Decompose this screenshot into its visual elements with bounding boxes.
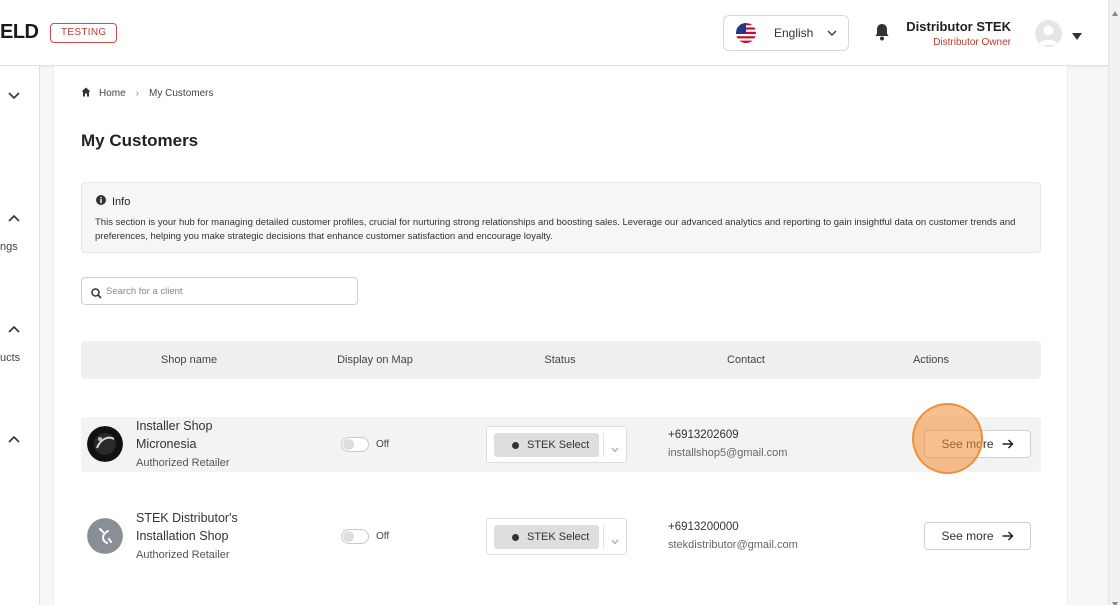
chevron-down-icon xyxy=(611,532,619,550)
contact-phone: +6913202609 xyxy=(668,429,739,441)
table-header: Shop name Display on Map Status Contact … xyxy=(81,341,1041,379)
sidebar-section-chevron-up-icon[interactable] xyxy=(8,431,20,449)
sidebar-item-settings[interactable]: ngs xyxy=(0,241,18,253)
contact-phone: +6913200000 xyxy=(668,521,739,533)
column-header-status: Status xyxy=(544,354,576,366)
arrow-right-icon xyxy=(1002,531,1014,541)
info-description: This section is your hub for managing de… xyxy=(95,217,1016,242)
info-icon xyxy=(96,195,106,208)
status-select[interactable]: STEK Select xyxy=(486,518,627,555)
us-flag-icon xyxy=(736,23,756,43)
column-header-actions: Actions xyxy=(912,354,950,366)
toggle-label: Off xyxy=(376,531,390,542)
main-content: Home › My Customers My Customers Info Th… xyxy=(53,66,1068,605)
shop-name[interactable]: Installer Shop Micronesia xyxy=(136,418,266,453)
shop-logo-icon xyxy=(87,518,123,554)
contact-email: installshop5@gmail.com xyxy=(668,447,788,459)
column-header-shop-name: Shop name xyxy=(160,354,218,366)
chevron-down-icon xyxy=(826,26,838,44)
sidebar-section-chevron-up-icon[interactable] xyxy=(8,210,20,228)
scroll-down-arrow-icon[interactable] xyxy=(1112,594,1118,605)
shop-logo-icon xyxy=(87,426,123,462)
column-header-contact: Contact xyxy=(727,354,765,366)
page-title: My Customers xyxy=(81,131,199,150)
table-row: STEK Distributor's Installation Shop Aut… xyxy=(81,509,1041,564)
contact-email: stekdistributor@gmail.com xyxy=(668,539,798,551)
language-selector[interactable]: English xyxy=(723,15,849,51)
shop-type: Authorized Retailer xyxy=(136,457,230,469)
see-more-button[interactable]: See more xyxy=(924,522,1031,550)
see-more-label: See more xyxy=(941,437,994,451)
notifications-bell-icon[interactable] xyxy=(874,23,890,46)
status-chip: STEK Select xyxy=(494,433,599,457)
see-more-button[interactable]: See more xyxy=(924,430,1031,458)
page-scrollbar[interactable] xyxy=(1108,0,1120,605)
search-input[interactable] xyxy=(106,282,346,300)
breadcrumb-home-link[interactable]: Home xyxy=(99,88,126,99)
language-label: English xyxy=(774,26,814,40)
breadcrumb: Home › My Customers xyxy=(81,87,213,100)
top-header: ELD TESTING English Distributor STEK Dis… xyxy=(0,0,1108,66)
app-logo[interactable]: ELD xyxy=(0,21,39,44)
shop-type: Authorized Retailer xyxy=(136,549,230,561)
table-row: Installer Shop Micronesia Authorized Ret… xyxy=(81,417,1041,472)
client-search[interactable] xyxy=(81,277,358,305)
see-more-label: See more xyxy=(941,529,994,543)
user-role: Distributor Owner xyxy=(933,37,1011,48)
shop-name[interactable]: STEK Distributor's Installation Shop xyxy=(136,510,266,545)
shop-name-line-1: STEK Distributor's xyxy=(136,511,238,525)
shop-name-line-1: Installer Shop xyxy=(136,419,213,433)
shop-name-line-2: Installation Shop xyxy=(136,528,229,543)
sidebar: ngs ucts xyxy=(0,66,40,605)
column-header-display-on-map: Display on Map xyxy=(337,354,413,366)
status-chip: STEK Select xyxy=(494,525,599,549)
sidebar-section-chevron-up-icon[interactable] xyxy=(8,321,20,339)
shop-name-line-2: Micronesia xyxy=(136,436,197,451)
chevron-down-icon xyxy=(611,440,619,458)
home-icon[interactable] xyxy=(81,87,91,100)
display-on-map-toggle[interactable] xyxy=(341,529,369,544)
status-select[interactable]: STEK Select xyxy=(486,426,627,463)
status-label: STEK Select xyxy=(527,531,590,543)
sidebar-collapse-chevron-icon[interactable] xyxy=(8,88,20,106)
scroll-up-arrow-icon[interactable] xyxy=(1112,3,1118,21)
user-name: Distributor STEK xyxy=(906,19,1011,34)
search-icon xyxy=(91,286,102,304)
toggle-label: Off xyxy=(376,439,390,450)
display-on-map-toggle[interactable] xyxy=(341,437,369,452)
info-title: Info xyxy=(112,195,131,208)
arrow-right-icon xyxy=(1002,439,1014,449)
status-label: STEK Select xyxy=(527,439,590,451)
user-avatar-icon[interactable] xyxy=(1035,20,1062,47)
info-panel: Info This section is your hub for managi… xyxy=(81,182,1041,253)
environment-badge: TESTING xyxy=(50,23,118,43)
user-menu-caret-icon[interactable] xyxy=(1071,28,1083,46)
sidebar-item-products[interactable]: ucts xyxy=(0,352,20,364)
breadcrumb-separator-icon: › xyxy=(135,88,140,99)
breadcrumb-current: My Customers xyxy=(149,88,214,99)
